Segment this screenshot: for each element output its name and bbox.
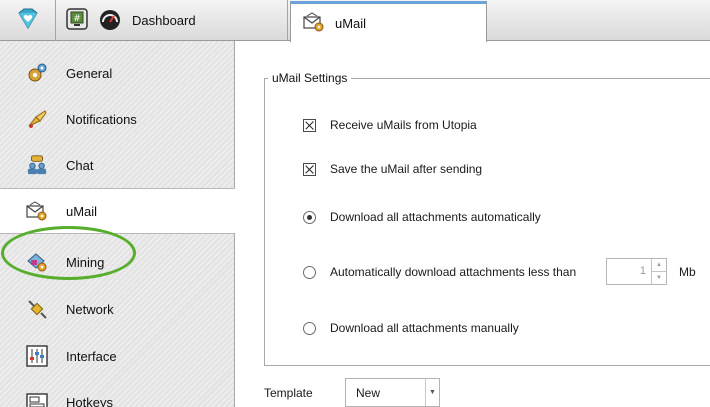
sidebar-item-network[interactable]: Network [0,286,235,332]
radio-unselected[interactable] [303,265,316,279]
template-dropdown[interactable]: New ▼ [345,378,440,407]
umail-settings-panel: uMail Settings Receive uMails from Utopi… [236,42,710,407]
sidebar-item-label: Mining [66,254,105,270]
checkbox-checked[interactable] [303,118,316,132]
mining-gear-icon [26,251,48,273]
download-less-than-label: Automatically download attachments less … [330,265,577,279]
sidebar-item-label: Hotkeys [66,394,113,407]
sidebar-item-mining[interactable]: Mining [0,239,235,285]
sidebar-item-label: Interface [66,348,117,364]
chevron-down-icon[interactable]: ▼ [652,272,666,284]
sidebar-item-label: Notifications [66,111,137,127]
download-auto-label: Download all attachments automatically [330,210,541,224]
size-limit-value[interactable]: 1 [607,259,651,284]
trumpet-icon [26,108,48,130]
speedometer-icon [98,8,122,33]
radio-unselected[interactable] [303,321,316,335]
gears-icon [26,62,48,84]
chevron-down-icon[interactable]: ▼ [425,379,439,406]
sidebar-item-label: Network [66,301,114,317]
receive-umails-label: Receive uMails from Utopia [330,118,477,132]
sidebar-item-label: uMail [66,203,98,219]
keyboard-icon [26,391,48,407]
sidebar-item-chat[interactable]: Chat [0,142,235,188]
plug-icon [26,298,48,320]
sidebar-item-umail[interactable]: uMail [0,188,235,234]
download-manual-radio[interactable]: Download all attachments manually [303,321,519,335]
tab-umail[interactable]: uMail [290,1,487,42]
size-limit-stepper[interactable]: 1 ▲ ▼ [606,258,667,285]
grid-icon: # [66,8,88,33]
sidebar-item-notifications[interactable]: Notifications [0,96,235,142]
sidebar-item-label: General [66,65,113,81]
sidebar-item-general[interactable]: General [0,50,235,96]
group-title: uMail Settings [268,71,352,85]
envelope-gear-icon [26,200,48,222]
save-after-sending-label: Save the uMail after sending [330,162,483,176]
sidebar-item-hotkeys[interactable]: Hotkeys [0,379,235,407]
chevron-up-icon[interactable]: ▲ [652,259,666,272]
envelope-gear-icon [303,11,325,35]
tab-dashboard[interactable]: # Dashboard [56,0,288,41]
stepper-buttons: ▲ ▼ [651,259,666,284]
checkbox-checked[interactable] [303,162,316,176]
tab-dashboard-label: Dashboard [132,13,196,28]
top-tab-bar: # Dashboard uMail [0,0,710,42]
save-after-sending-checkbox[interactable]: Save the uMail after sending [303,162,482,176]
tab-umail-label: uMail [335,15,367,31]
settings-sidebar: General Notifications Chat uMail Mining … [0,41,235,407]
svg-text:#: # [73,14,81,24]
sidebar-item-interface[interactable]: Interface [0,333,235,379]
template-value: New [356,385,381,400]
template-label: Template [264,386,313,400]
diamond-heart-icon [15,8,41,33]
download-manual-label: Download all attachments manually [330,321,519,335]
size-unit-label: Mb [679,265,696,279]
app-menu-button[interactable] [0,0,56,41]
radio-selected[interactable] [303,210,316,224]
download-less-than-radio[interactable]: Automatically download attachments less … [303,265,576,279]
download-auto-radio[interactable]: Download all attachments automatically [303,210,541,224]
sidebar-item-label: Chat [66,157,94,173]
sliders-icon [26,345,48,367]
receive-umails-checkbox[interactable]: Receive uMails from Utopia [303,118,477,132]
chat-people-icon [26,154,48,176]
